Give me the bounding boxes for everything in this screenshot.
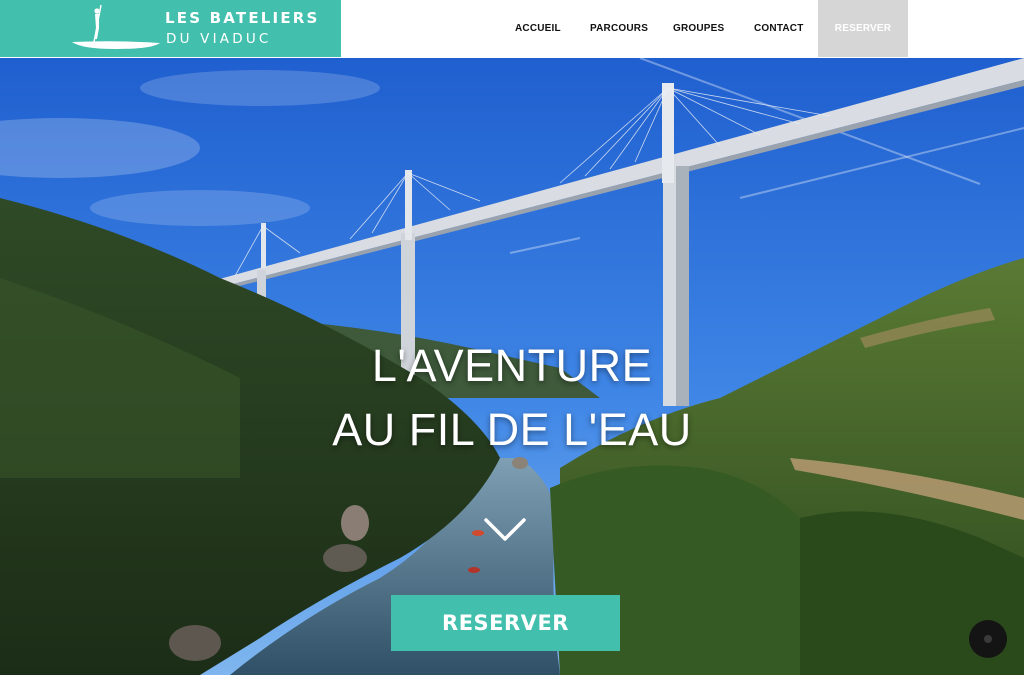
hero-headline-line1: L'AVENTURE	[371, 340, 653, 391]
logo-title: LES BATELIERS	[165, 9, 320, 27]
nav-item-parcours[interactable]: PARCOURS	[590, 0, 648, 57]
chevron-down-icon[interactable]	[483, 514, 527, 546]
logo-subtitle: DU VIADUC	[166, 31, 272, 47]
hero-section: L'AVENTURE AU FIL DE L'EAU RESERVER	[0, 58, 1024, 675]
dot-icon	[984, 635, 992, 643]
paddleboard-logo-icon	[72, 4, 160, 49]
site-header: LES BATELIERS DU VIADUC ACCUEIL PARCOURS…	[0, 0, 1024, 58]
hero-headline-line2: AU FIL DE L'EAU	[332, 404, 692, 455]
reserve-cta-button[interactable]: RESERVER	[391, 595, 620, 651]
nav-item-accueil[interactable]: ACCUEIL	[515, 0, 561, 57]
nav-item-reserver[interactable]: RESERVER	[818, 0, 908, 57]
floating-action-button[interactable]	[969, 620, 1007, 658]
nav-item-groupes[interactable]: GROUPES	[673, 0, 724, 57]
nav-item-contact[interactable]: CONTACT	[754, 0, 804, 57]
site-logo[interactable]: LES BATELIERS DU VIADUC	[0, 0, 341, 57]
